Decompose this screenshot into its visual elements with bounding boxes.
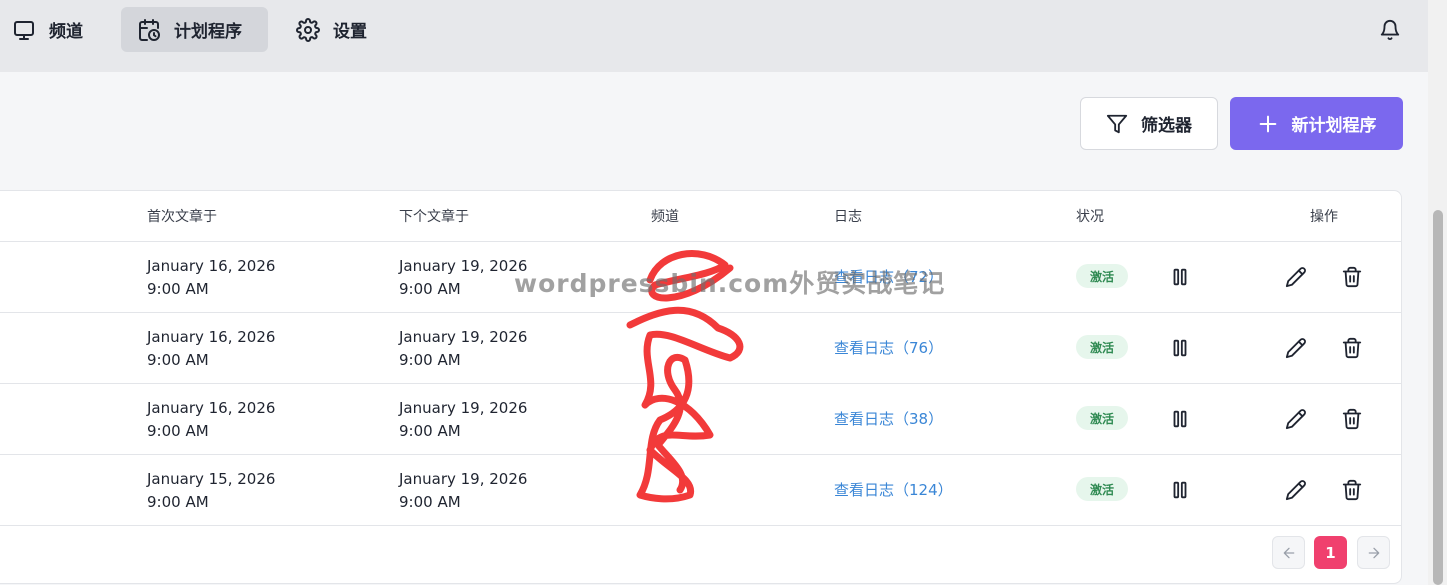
plus-icon — [1259, 115, 1276, 132]
nav-settings-label: 设置 — [333, 22, 367, 42]
bell-icon[interactable] — [1379, 18, 1401, 42]
status-badge: 激活 — [1076, 477, 1128, 501]
first-post-time: 9:00 AM — [147, 280, 209, 298]
pencil-icon[interactable] — [1285, 407, 1307, 431]
nav-schedules[interactable]: 计划程序 — [121, 7, 268, 52]
table-header: 首次文章于 下个文章于 频道 日志 状况 操作 — [0, 191, 1401, 242]
first-post-cell: January 16, 2026 9:00 AM — [147, 397, 275, 443]
pause-icon[interactable] — [1169, 478, 1191, 502]
arrow-left-icon — [1283, 547, 1294, 558]
new-schedule-button-label: 新计划程序 — [1291, 116, 1377, 136]
status-badge: 激活 — [1076, 264, 1128, 288]
status-badge: 激活 — [1076, 406, 1128, 430]
next-post-time: 9:00 AM — [399, 422, 461, 440]
nav-channels-label: 频道 — [49, 22, 83, 42]
pencil-icon[interactable] — [1285, 336, 1307, 360]
next-post-date: January 19, 2026 — [399, 328, 528, 346]
first-post-date: January 15, 2026 — [147, 470, 276, 488]
pause-icon[interactable] — [1169, 336, 1191, 360]
trash-icon[interactable] — [1341, 478, 1363, 502]
watermark-text: wordpressbin.com外贸实战笔记 — [514, 269, 946, 298]
page-1-button[interactable]: 1 — [1314, 536, 1347, 569]
nav-schedules-label: 计划程序 — [174, 22, 242, 42]
header-first-post: 首次文章于 — [147, 209, 217, 225]
header-actions: 操作 — [1310, 209, 1338, 225]
pause-icon[interactable] — [1169, 407, 1191, 431]
pencil-icon[interactable] — [1285, 265, 1307, 289]
first-post-time: 9:00 AM — [147, 351, 209, 369]
next-post-cell: January 19, 2026 9:00 AM — [399, 397, 527, 443]
first-post-date: January 16, 2026 — [147, 328, 276, 346]
arrow-right-icon — [1368, 547, 1379, 558]
trash-icon[interactable] — [1341, 265, 1363, 289]
next-page-button[interactable] — [1357, 536, 1390, 569]
calendar-clock-icon — [139, 18, 160, 41]
view-logs-link[interactable]: 查看日志（38） — [834, 408, 943, 429]
next-post-time: 9:00 AM — [399, 280, 461, 298]
pause-icon[interactable] — [1169, 265, 1191, 289]
first-post-date: January 16, 2026 — [147, 399, 276, 417]
first-post-cell: January 16, 2026 9:00 AM — [147, 326, 275, 372]
nav-channels[interactable]: 频道 — [12, 7, 83, 52]
view-logs-link[interactable]: 查看日志（76） — [834, 337, 943, 358]
filter-button[interactable]: 筛选器 — [1080, 97, 1218, 150]
pencil-icon[interactable] — [1285, 478, 1307, 502]
next-post-time: 9:00 AM — [399, 351, 461, 369]
next-post-cell: January 19, 2026 9:00 AM — [399, 326, 527, 372]
gear-icon — [296, 17, 320, 42]
status-badge: 激活 — [1076, 335, 1128, 359]
first-post-cell: January 15, 2026 9:00 AM — [147, 468, 275, 514]
next-post-date: January 19, 2026 — [399, 257, 528, 275]
next-post-date: January 19, 2026 — [399, 399, 528, 417]
first-post-time: 9:00 AM — [147, 422, 209, 440]
previous-page-button[interactable] — [1272, 536, 1305, 569]
first-post-cell: January 16, 2026 9:00 AM — [147, 255, 275, 301]
nav-settings[interactable]: 设置 — [296, 7, 367, 52]
trash-icon[interactable] — [1341, 336, 1363, 360]
first-post-time: 9:00 AM — [147, 493, 209, 511]
next-post-cell: January 19, 2026 9:00 AM — [399, 255, 527, 301]
first-post-date: January 16, 2026 — [147, 257, 276, 275]
header-next-post: 下个文章于 — [399, 209, 469, 225]
filter-icon — [1106, 114, 1128, 133]
next-post-date: January 19, 2026 — [399, 470, 528, 488]
header-status: 状况 — [1076, 209, 1104, 225]
vertical-scrollbar-thumb[interactable] — [1433, 210, 1443, 585]
top-navigation: 频道 计划程序 设置 — [0, 0, 1428, 72]
trash-icon[interactable] — [1341, 407, 1363, 431]
view-logs-link[interactable]: 查看日志（124） — [834, 479, 953, 500]
new-schedule-button[interactable]: 新计划程序 — [1230, 97, 1403, 150]
header-channel: 频道 — [651, 209, 679, 225]
monitor-icon — [14, 20, 34, 40]
filter-button-label: 筛选器 — [1141, 116, 1192, 136]
next-post-time: 9:00 AM — [399, 493, 461, 511]
header-logs: 日志 — [834, 209, 862, 225]
next-post-cell: January 19, 2026 9:00 AM — [399, 468, 527, 514]
